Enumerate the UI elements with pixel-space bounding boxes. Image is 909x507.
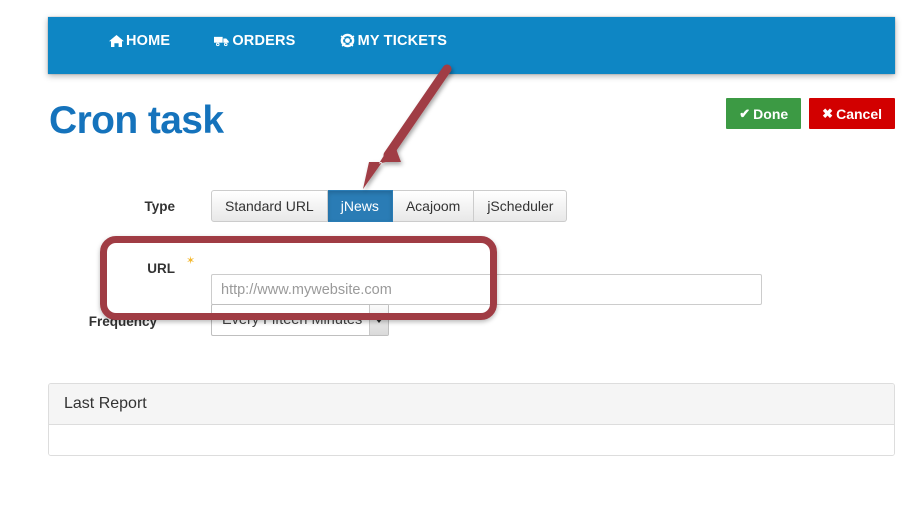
nav-item-orders-label: ORDERS (232, 32, 296, 49)
frequency-select-wrap: Every Fifteen Minutes (211, 304, 389, 336)
top-navbar: HOME ORDERS MY TICKETS (48, 17, 895, 74)
tab-jnews[interactable]: jNews (327, 190, 393, 222)
done-button[interactable]: ✔ Done (726, 98, 802, 129)
frequency-select[interactable]: Every Fifteen Minutes (211, 304, 389, 336)
lifebuoy-icon (340, 33, 356, 48)
last-report-panel-header: Last Report (49, 384, 894, 425)
times-icon: ✖ (822, 106, 834, 121)
nav-item-list: HOME ORDERS MY TICKETS (108, 17, 447, 64)
type-label: Type (144, 199, 175, 214)
frequency-label: Frequency (88, 314, 157, 329)
last-report-panel-body (49, 425, 894, 455)
truck-icon (214, 34, 230, 48)
last-report-title: Last Report (64, 395, 147, 412)
cron-task-form: Type Standard URL jNews Acajoom jSchedul… (0, 190, 909, 339)
form-row-url: URL ✶ (0, 238, 909, 305)
nav-item-orders[interactable]: ORDERS (214, 33, 295, 49)
tab-standard-url[interactable]: Standard URL (211, 190, 328, 222)
last-report-panel: Last Report (48, 383, 895, 456)
type-control-area: Standard URL jNews Acajoom jScheduler (211, 190, 568, 222)
form-row-frequency: Frequency Every Fifteen Minutes (0, 293, 909, 339)
url-label: URL (147, 261, 175, 276)
action-button-group: ✔ Done ✖ Cancel (726, 98, 895, 129)
done-button-label: Done (753, 105, 789, 122)
cancel-button[interactable]: ✖ Cancel (809, 98, 895, 129)
type-tab-group: Standard URL jNews Acajoom jScheduler (211, 190, 568, 222)
check-icon: ✔ (739, 106, 751, 121)
tab-acajoom[interactable]: Acajoom (392, 190, 475, 222)
nav-item-my-tickets-label: MY TICKETS (357, 32, 448, 49)
nav-item-home[interactable]: HOME (108, 33, 170, 49)
nav-item-home-label: HOME (126, 32, 171, 49)
nav-item-my-tickets[interactable]: MY TICKETS (340, 33, 448, 49)
home-icon (108, 34, 124, 48)
cancel-button-label: Cancel (836, 105, 882, 122)
required-asterisk-icon: ✶ (186, 255, 196, 267)
page-title: Cron task (49, 99, 224, 142)
tab-jscheduler[interactable]: jScheduler (474, 190, 568, 222)
frequency-control-area: Every Fifteen Minutes (211, 304, 389, 336)
annotation-arrow (363, 64, 452, 189)
form-row-type: Type Standard URL jNews Acajoom jSchedul… (0, 190, 909, 238)
